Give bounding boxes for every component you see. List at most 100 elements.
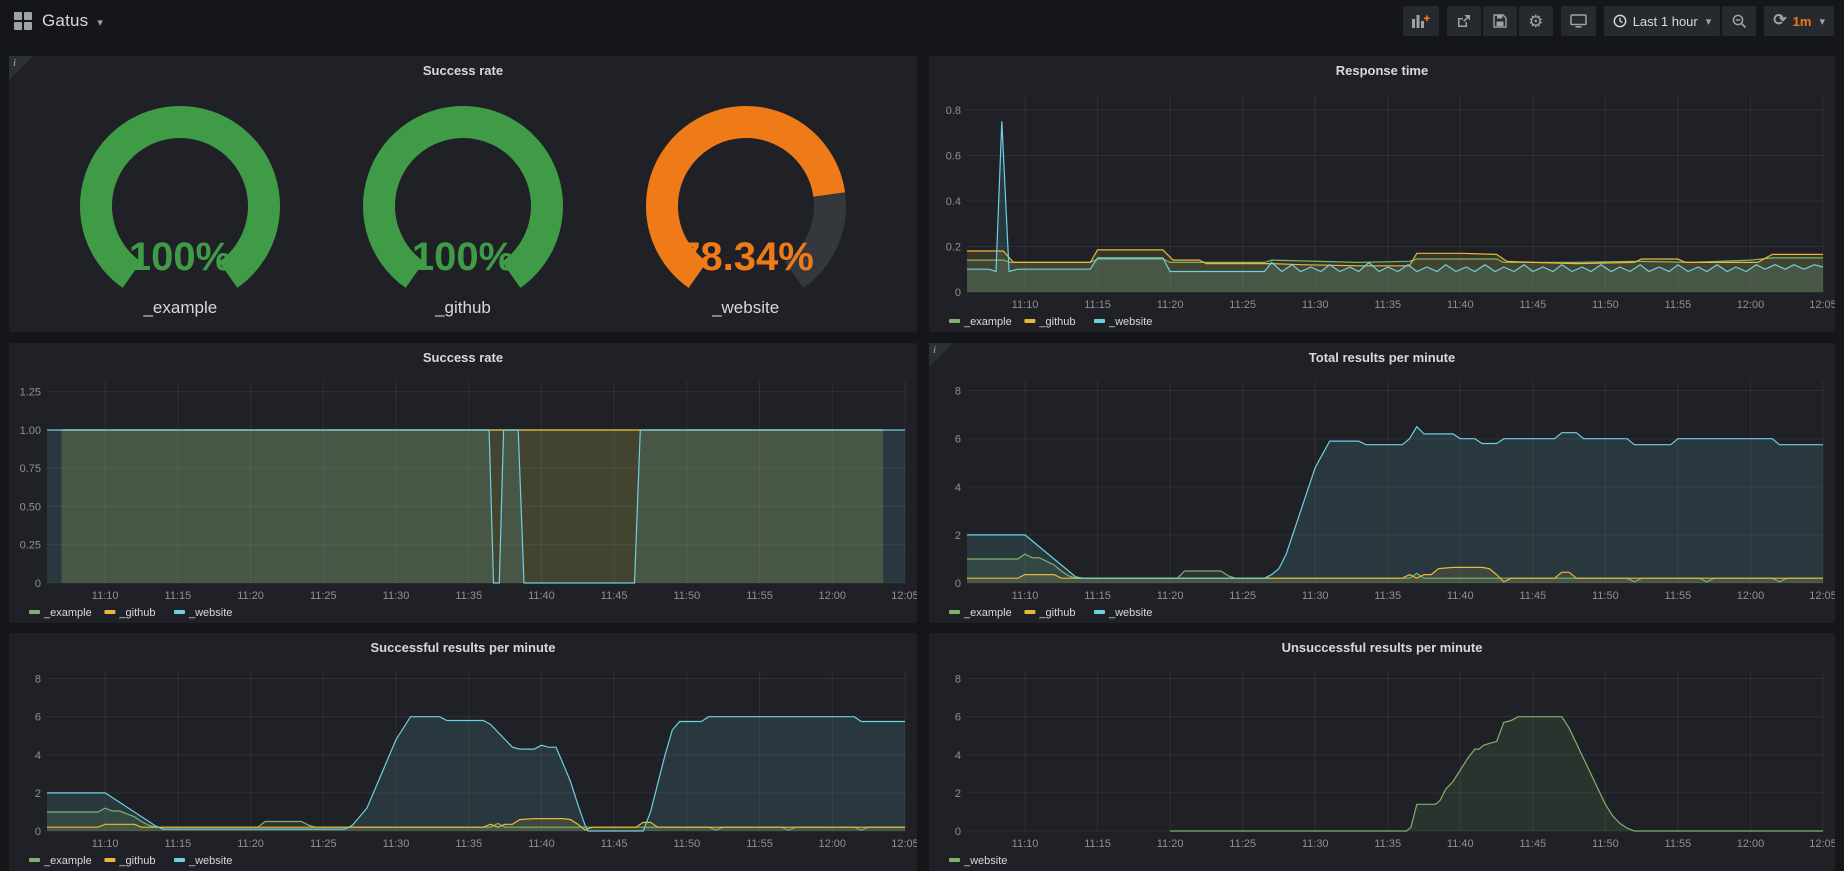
svg-text:0: 0 (955, 826, 961, 838)
panel-title[interactable]: Success rate (9, 343, 917, 371)
svg-text:11:25: 11:25 (1229, 838, 1256, 850)
svg-text:_example: _example (963, 316, 1012, 328)
gauge-_website: 78.34%_website (621, 98, 871, 318)
gauge-row: 100% _example 100%_github78.34%_website (9, 84, 917, 332)
svg-text:11:35: 11:35 (1374, 299, 1401, 311)
svg-text:11:55: 11:55 (1665, 838, 1692, 850)
svg-text:12:05: 12:05 (891, 590, 917, 602)
panel-title[interactable]: Total results per minute (929, 343, 1835, 371)
svg-text:_website: _website (188, 855, 232, 867)
svg-text:11:15: 11:15 (165, 838, 192, 850)
add-panel-icon (1412, 14, 1430, 28)
cycle-view-button[interactable] (1561, 6, 1596, 36)
svg-text:0.8: 0.8 (946, 105, 961, 117)
gauge-value: 100% (129, 235, 231, 279)
zoom-out-button[interactable] (1722, 6, 1756, 36)
save-icon (1493, 14, 1507, 28)
panel-title[interactable]: Response time (929, 56, 1835, 84)
zoom-out-icon (1732, 14, 1747, 29)
svg-text:11:15: 11:15 (1084, 590, 1111, 602)
panel-total-results: i Total results per minute 0246811:1011:… (929, 343, 1835, 623)
svg-text:12:05: 12:05 (1809, 838, 1835, 850)
svg-text:4: 4 (955, 750, 961, 762)
svg-text:12:00: 12:00 (819, 838, 847, 850)
svg-text:11:10: 11:10 (1012, 299, 1039, 311)
svg-text:6: 6 (955, 712, 961, 724)
svg-text:1.25: 1.25 (20, 387, 41, 399)
svg-text:_example: _example (963, 607, 1012, 619)
refresh-button[interactable]: ⟳ 1m ▾ (1764, 6, 1834, 36)
share-icon (1457, 14, 1471, 28)
panel-title[interactable]: Unsuccessful results per minute (929, 633, 1835, 661)
dashboard-header: Gatus ▾ (0, 0, 1844, 42)
svg-text:11:20: 11:20 (1157, 838, 1184, 850)
svg-text:4: 4 (955, 482, 961, 494)
svg-text:11:10: 11:10 (92, 590, 119, 602)
svg-text:_github: _github (1038, 316, 1075, 328)
svg-text:8: 8 (35, 674, 41, 686)
panel-title[interactable]: Success rate (9, 56, 917, 84)
svg-text:11:45: 11:45 (1519, 838, 1546, 850)
gauge-value: 100% (412, 235, 514, 279)
svg-text:4: 4 (35, 750, 41, 762)
panel-response-time: Response time 00.20.40.60.811:1011:1511:… (929, 56, 1835, 332)
panel-title[interactable]: Successful results per minute (9, 633, 917, 661)
svg-text:0.75: 0.75 (20, 463, 41, 475)
svg-text:_website: _website (1108, 607, 1152, 619)
svg-text:11:55: 11:55 (1665, 299, 1692, 311)
svg-text:8: 8 (955, 674, 961, 686)
successful-results-chart[interactable]: 0246811:1011:1511:2011:2511:3011:3511:40… (9, 661, 917, 871)
page-title[interactable]: Gatus ▾ (42, 11, 103, 31)
svg-text:11:10: 11:10 (1012, 590, 1039, 602)
panel-info-icon[interactable]: i (9, 56, 33, 80)
gauge-_github: 100%_github (338, 98, 588, 318)
svg-text:11:20: 11:20 (1157, 299, 1184, 311)
svg-text:_github: _github (1038, 607, 1075, 619)
svg-text:2: 2 (955, 788, 961, 800)
svg-text:0.50: 0.50 (20, 501, 41, 513)
svg-text:11:35: 11:35 (1374, 590, 1401, 602)
share-button[interactable] (1447, 6, 1481, 36)
svg-text:12:00: 12:00 (1737, 299, 1765, 311)
settings-button[interactable]: ⚙ (1519, 6, 1553, 36)
svg-text:11:15: 11:15 (165, 590, 192, 602)
caret-down-icon: ▾ (1819, 15, 1825, 28)
gauge-label: _example (143, 298, 217, 318)
time-picker-button[interactable]: Last 1 hour ▾ (1604, 6, 1721, 36)
svg-text:11:45: 11:45 (601, 590, 628, 602)
svg-text:12:00: 12:00 (819, 590, 847, 602)
svg-text:1.00: 1.00 (20, 425, 41, 437)
svg-text:11:25: 11:25 (310, 590, 337, 602)
svg-text:_website: _website (1108, 316, 1152, 328)
unsuccessful-results-chart[interactable]: 0246811:1011:1511:2011:2511:3011:3511:40… (929, 661, 1835, 871)
svg-text:11:55: 11:55 (746, 838, 773, 850)
clock-icon (1613, 14, 1627, 28)
dashboard-grid-icon[interactable] (14, 12, 32, 30)
response-time-chart[interactable]: 00.20.40.60.811:1011:1511:2011:2511:3011… (929, 84, 1835, 332)
svg-text:11:40: 11:40 (1447, 299, 1474, 311)
gauge-arc: 100% (338, 98, 588, 298)
panel-successful-results: Successful results per minute 0246811:10… (9, 633, 917, 871)
svg-text:12:05: 12:05 (891, 838, 917, 850)
svg-text:11:30: 11:30 (1302, 590, 1329, 602)
svg-text:_website: _website (963, 855, 1007, 867)
success-rate-chart[interactable]: 00.250.500.751.001.2511:1011:1511:2011:2… (9, 371, 917, 623)
svg-text:2: 2 (35, 788, 41, 800)
save-button[interactable] (1483, 6, 1517, 36)
svg-text:0: 0 (35, 826, 41, 838)
svg-text:11:30: 11:30 (1302, 838, 1329, 850)
svg-text:_github: _github (118, 855, 155, 867)
panel-success-rate-graph: Success rate 00.250.500.751.001.2511:101… (9, 343, 917, 623)
svg-text:12:05: 12:05 (1809, 590, 1835, 602)
svg-text:11:40: 11:40 (528, 838, 555, 850)
caret-down-icon: ▾ (97, 16, 103, 29)
add-panel-button[interactable] (1403, 6, 1439, 36)
svg-text:11:10: 11:10 (1012, 838, 1039, 850)
total-results-chart[interactable]: 0246811:1011:1511:2011:2511:3011:3511:40… (929, 371, 1835, 623)
caret-down-icon: ▾ (1706, 15, 1712, 28)
svg-text:12:00: 12:00 (1737, 838, 1765, 850)
panel-info-icon[interactable]: i (929, 343, 953, 367)
svg-text:0.4: 0.4 (946, 196, 961, 208)
svg-text:11:30: 11:30 (1302, 299, 1329, 311)
svg-text:11:20: 11:20 (237, 590, 264, 602)
